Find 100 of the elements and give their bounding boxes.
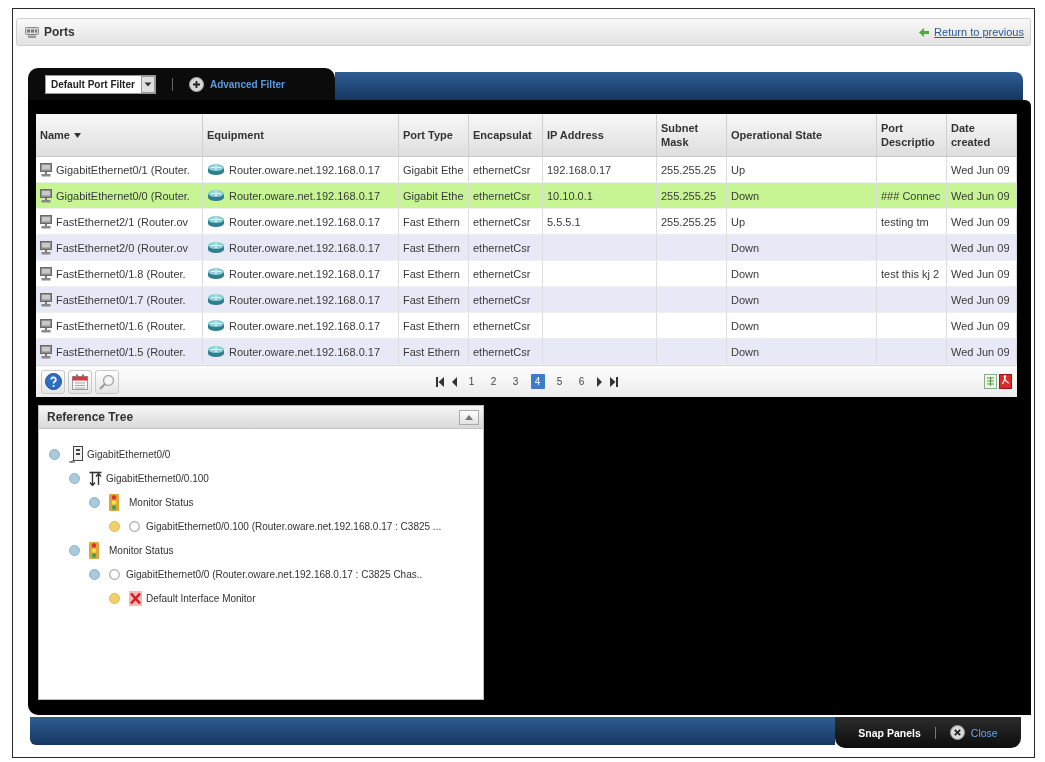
table-cell: Gigabit Ethe <box>399 183 469 208</box>
computer-icon <box>40 292 52 307</box>
table-cell: ethernetCsr <box>469 339 543 364</box>
cell-text: FastEthernet2/0 (Router.ov <box>56 241 189 254</box>
tree-node-label[interactable]: GigabitEthernet0/0 <box>87 448 171 460</box>
snap-panels-button[interactable]: Snap Panels <box>858 726 921 739</box>
cell-text: Router.oware.net.192.168.0.17 <box>229 189 381 202</box>
page-button[interactable]: 3 <box>508 374 523 389</box>
search-icon <box>99 373 115 390</box>
column-header[interactable]: IP Address <box>543 114 657 156</box>
table-cell: Down <box>727 235 877 260</box>
node-bullet-icon <box>109 520 120 532</box>
table-cell: 255.255.25 <box>657 157 727 182</box>
router-icon <box>207 241 225 254</box>
last-page-button[interactable] <box>609 376 618 387</box>
table-cell: Down <box>727 287 877 312</box>
help-icon <box>44 373 62 390</box>
advanced-filter-button[interactable]: Advanced Filter <box>188 76 285 92</box>
tree-node-label[interactable]: Default Interface Monitor <box>146 592 256 604</box>
branch-arrows-icon <box>89 470 102 486</box>
table-cell: Fast Ethern <box>399 339 469 364</box>
back-link[interactable]: Return to previous <box>919 26 1024 38</box>
previous-page-icon <box>451 376 457 387</box>
column-header[interactable]: Port Type <box>399 114 469 156</box>
table-cell: Up <box>727 157 877 182</box>
cell-text: Router.oware.net.192.168.0.17 <box>229 241 381 254</box>
spreadsheet-icon <box>984 374 997 389</box>
column-header[interactable]: Equipment <box>203 114 399 156</box>
collapse-button[interactable] <box>459 409 479 425</box>
cell-text: FastEthernet0/1.6 (Router. <box>56 319 186 332</box>
router-icon <box>207 345 225 358</box>
computer-icon <box>40 240 52 255</box>
node-bullet-icon <box>69 472 80 484</box>
table-row[interactable]: GigabitEthernet0/0 (Router. Router.oware.net.192.168.0.17 Gigabit Ethe ethernetCsr 10.10.0.1 255.255.25 Down ### Connec Wed Jun 09 <box>36 183 1017 209</box>
tree-node-label[interactable]: Monitor Status <box>109 544 174 556</box>
cell-text: Router.oware.net.192.168.0.17 <box>229 293 381 306</box>
cell-text: Router.oware.net.192.168.0.17 <box>229 345 381 358</box>
pdf-icon <box>999 374 1012 389</box>
table-cell: 255.255.25 <box>657 209 727 234</box>
table-cell: testing tm <box>877 209 947 234</box>
first-page-button[interactable] <box>435 376 444 387</box>
table-cell: ethernetCsr <box>469 313 543 338</box>
computer-icon <box>40 162 52 177</box>
table-cell: test this kj 2 <box>877 261 947 286</box>
table-row[interactable]: FastEthernet0/1.6 (Router. Router.oware.net.192.168.0.17 Fast Ethern ethernetCsr Down Wed Jun 09 <box>36 313 1017 339</box>
cell-text: FastEthernet0/1.5 (Router. <box>56 345 186 358</box>
table-cell: Gigabit Ethe <box>399 157 469 182</box>
table-cell: ethernetCsr <box>469 183 543 208</box>
table-cell: Wed Jun 09 <box>947 235 1017 260</box>
table-cell: Fast Ethern <box>399 313 469 338</box>
tree-node-label[interactable]: GigabitEthernet0/0.100 (Router.oware.net.192.168.0.17 : C3825 ... <box>146 520 442 532</box>
router-icon <box>207 319 225 332</box>
calendar-button[interactable] <box>68 369 92 394</box>
table-cell: Wed Jun 09 <box>947 339 1017 364</box>
cell-text: GigabitEthernet0/0 (Router. <box>56 189 190 202</box>
table-row[interactable]: FastEthernet0/1.5 (Router. Router.oware.net.192.168.0.17 Fast Ethern ethernetCsr Down Wed Jun 09 <box>36 339 1017 365</box>
table-cell: Fast Ethern <box>399 261 469 286</box>
next-page-button[interactable] <box>596 376 602 387</box>
table-cell: ethernetCsr <box>469 287 543 312</box>
tree-node-label[interactable]: Monitor Status <box>129 496 194 508</box>
table-row[interactable]: GigabitEthernet0/1 (Router. Router.oware.net.192.168.0.17 Gigabit Ethe ethernetCsr 192.168.0.17 255.255.25 Up Wed Jun 09 <box>36 157 1017 183</box>
table-cell: Wed Jun 09 <box>947 157 1017 182</box>
column-header[interactable]: Encapsulat <box>469 114 543 156</box>
node-bullet-icon <box>89 496 100 508</box>
column-header[interactable]: Port Descriptio <box>877 114 947 156</box>
table-row[interactable]: FastEthernet0/1.8 (Router. Router.oware.net.192.168.0.17 Fast Ethern ethernetCsr Down test this kj 2 Wed Jun 09 <box>36 261 1017 287</box>
column-header[interactable]: Date created <box>947 114 1017 156</box>
traffic-light-icon <box>109 493 119 511</box>
export-spreadsheet-button[interactable] <box>984 374 997 389</box>
page-button[interactable]: 5 <box>552 374 567 389</box>
help-button[interactable] <box>41 369 65 394</box>
table-row[interactable]: FastEthernet0/1.7 (Router. Router.oware.net.192.168.0.17 Fast Ethern ethernetCsr Down Wed Jun 09 <box>36 287 1017 313</box>
column-header[interactable]: Name <box>36 114 203 156</box>
node-bullet-icon <box>89 568 100 580</box>
table-cell: Down <box>727 261 877 286</box>
table-cell: Down <box>727 313 877 338</box>
previous-page-button[interactable] <box>451 376 457 387</box>
computer-icon <box>40 318 52 333</box>
page-button[interactable]: 4 <box>530 374 545 389</box>
page-button[interactable]: 2 <box>486 374 501 389</box>
table-row[interactable]: FastEthernet2/1 (Router.ov Router.oware.net.192.168.0.17 Fast Ethern ethernetCsr 5.5.5.1 255.255.25 Up testing tm Wed Jun 09 <box>36 209 1017 235</box>
cell-text: FastEthernet2/1 (Router.ov <box>56 215 189 228</box>
page-button[interactable]: 6 <box>574 374 589 389</box>
panel-title: Reference Tree <box>47 410 134 424</box>
network-card-icon <box>69 445 83 463</box>
plus-circle-icon <box>188 76 204 92</box>
filter-select[interactable]: Default Port Filter <box>45 74 156 94</box>
tree-node-label[interactable]: GigabitEthernet0/0 (Router.oware.net.192.168.0.17 : C3825 Chas.. <box>126 568 423 580</box>
export-pdf-button[interactable] <box>999 374 1012 389</box>
last-page-icon <box>609 376 618 387</box>
arrow-left-icon <box>919 27 930 37</box>
table-row[interactable]: FastEthernet2/0 (Router.ov Router.oware.net.192.168.0.17 Fast Ethern ethernetCsr Down Wed Jun 09 <box>36 235 1017 261</box>
computer-icon <box>40 214 52 229</box>
close-button[interactable]: Close <box>949 725 998 740</box>
page-button[interactable]: 1 <box>464 374 479 389</box>
column-header[interactable]: Operational State <box>727 114 877 156</box>
tree-node-label[interactable]: GigabitEthernet0/0.100 <box>106 472 209 484</box>
table-cell: Wed Jun 09 <box>947 209 1017 234</box>
table-cell: 255.255.25 <box>657 183 727 208</box>
column-header[interactable]: Subnet Mask <box>657 114 727 156</box>
